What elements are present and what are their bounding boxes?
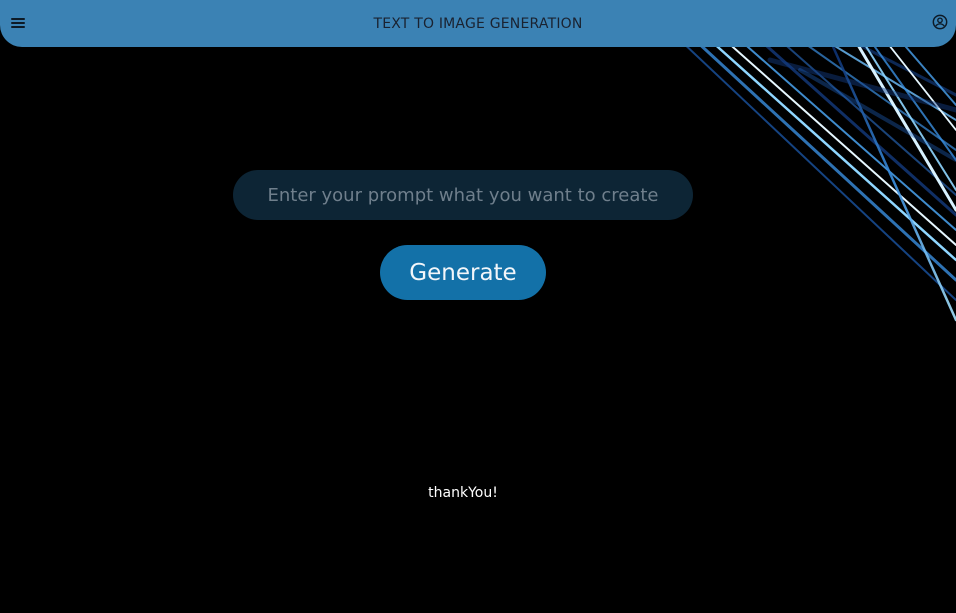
light-streaks-decoration xyxy=(679,38,956,322)
menu-icon[interactable] xyxy=(10,15,26,31)
menu-icon-line xyxy=(11,18,25,20)
account-circle-icon[interactable] xyxy=(932,14,948,30)
app-bar: TEXT TO IMAGE GENERATION xyxy=(0,0,956,47)
generate-button[interactable]: Generate xyxy=(380,245,546,300)
prompt-input[interactable] xyxy=(233,170,693,220)
app-title: TEXT TO IMAGE GENERATION xyxy=(373,15,583,32)
menu-icon-line xyxy=(11,22,25,24)
menu-icon-line xyxy=(11,26,25,28)
footer-thanks-text: thankYou! xyxy=(428,485,498,501)
